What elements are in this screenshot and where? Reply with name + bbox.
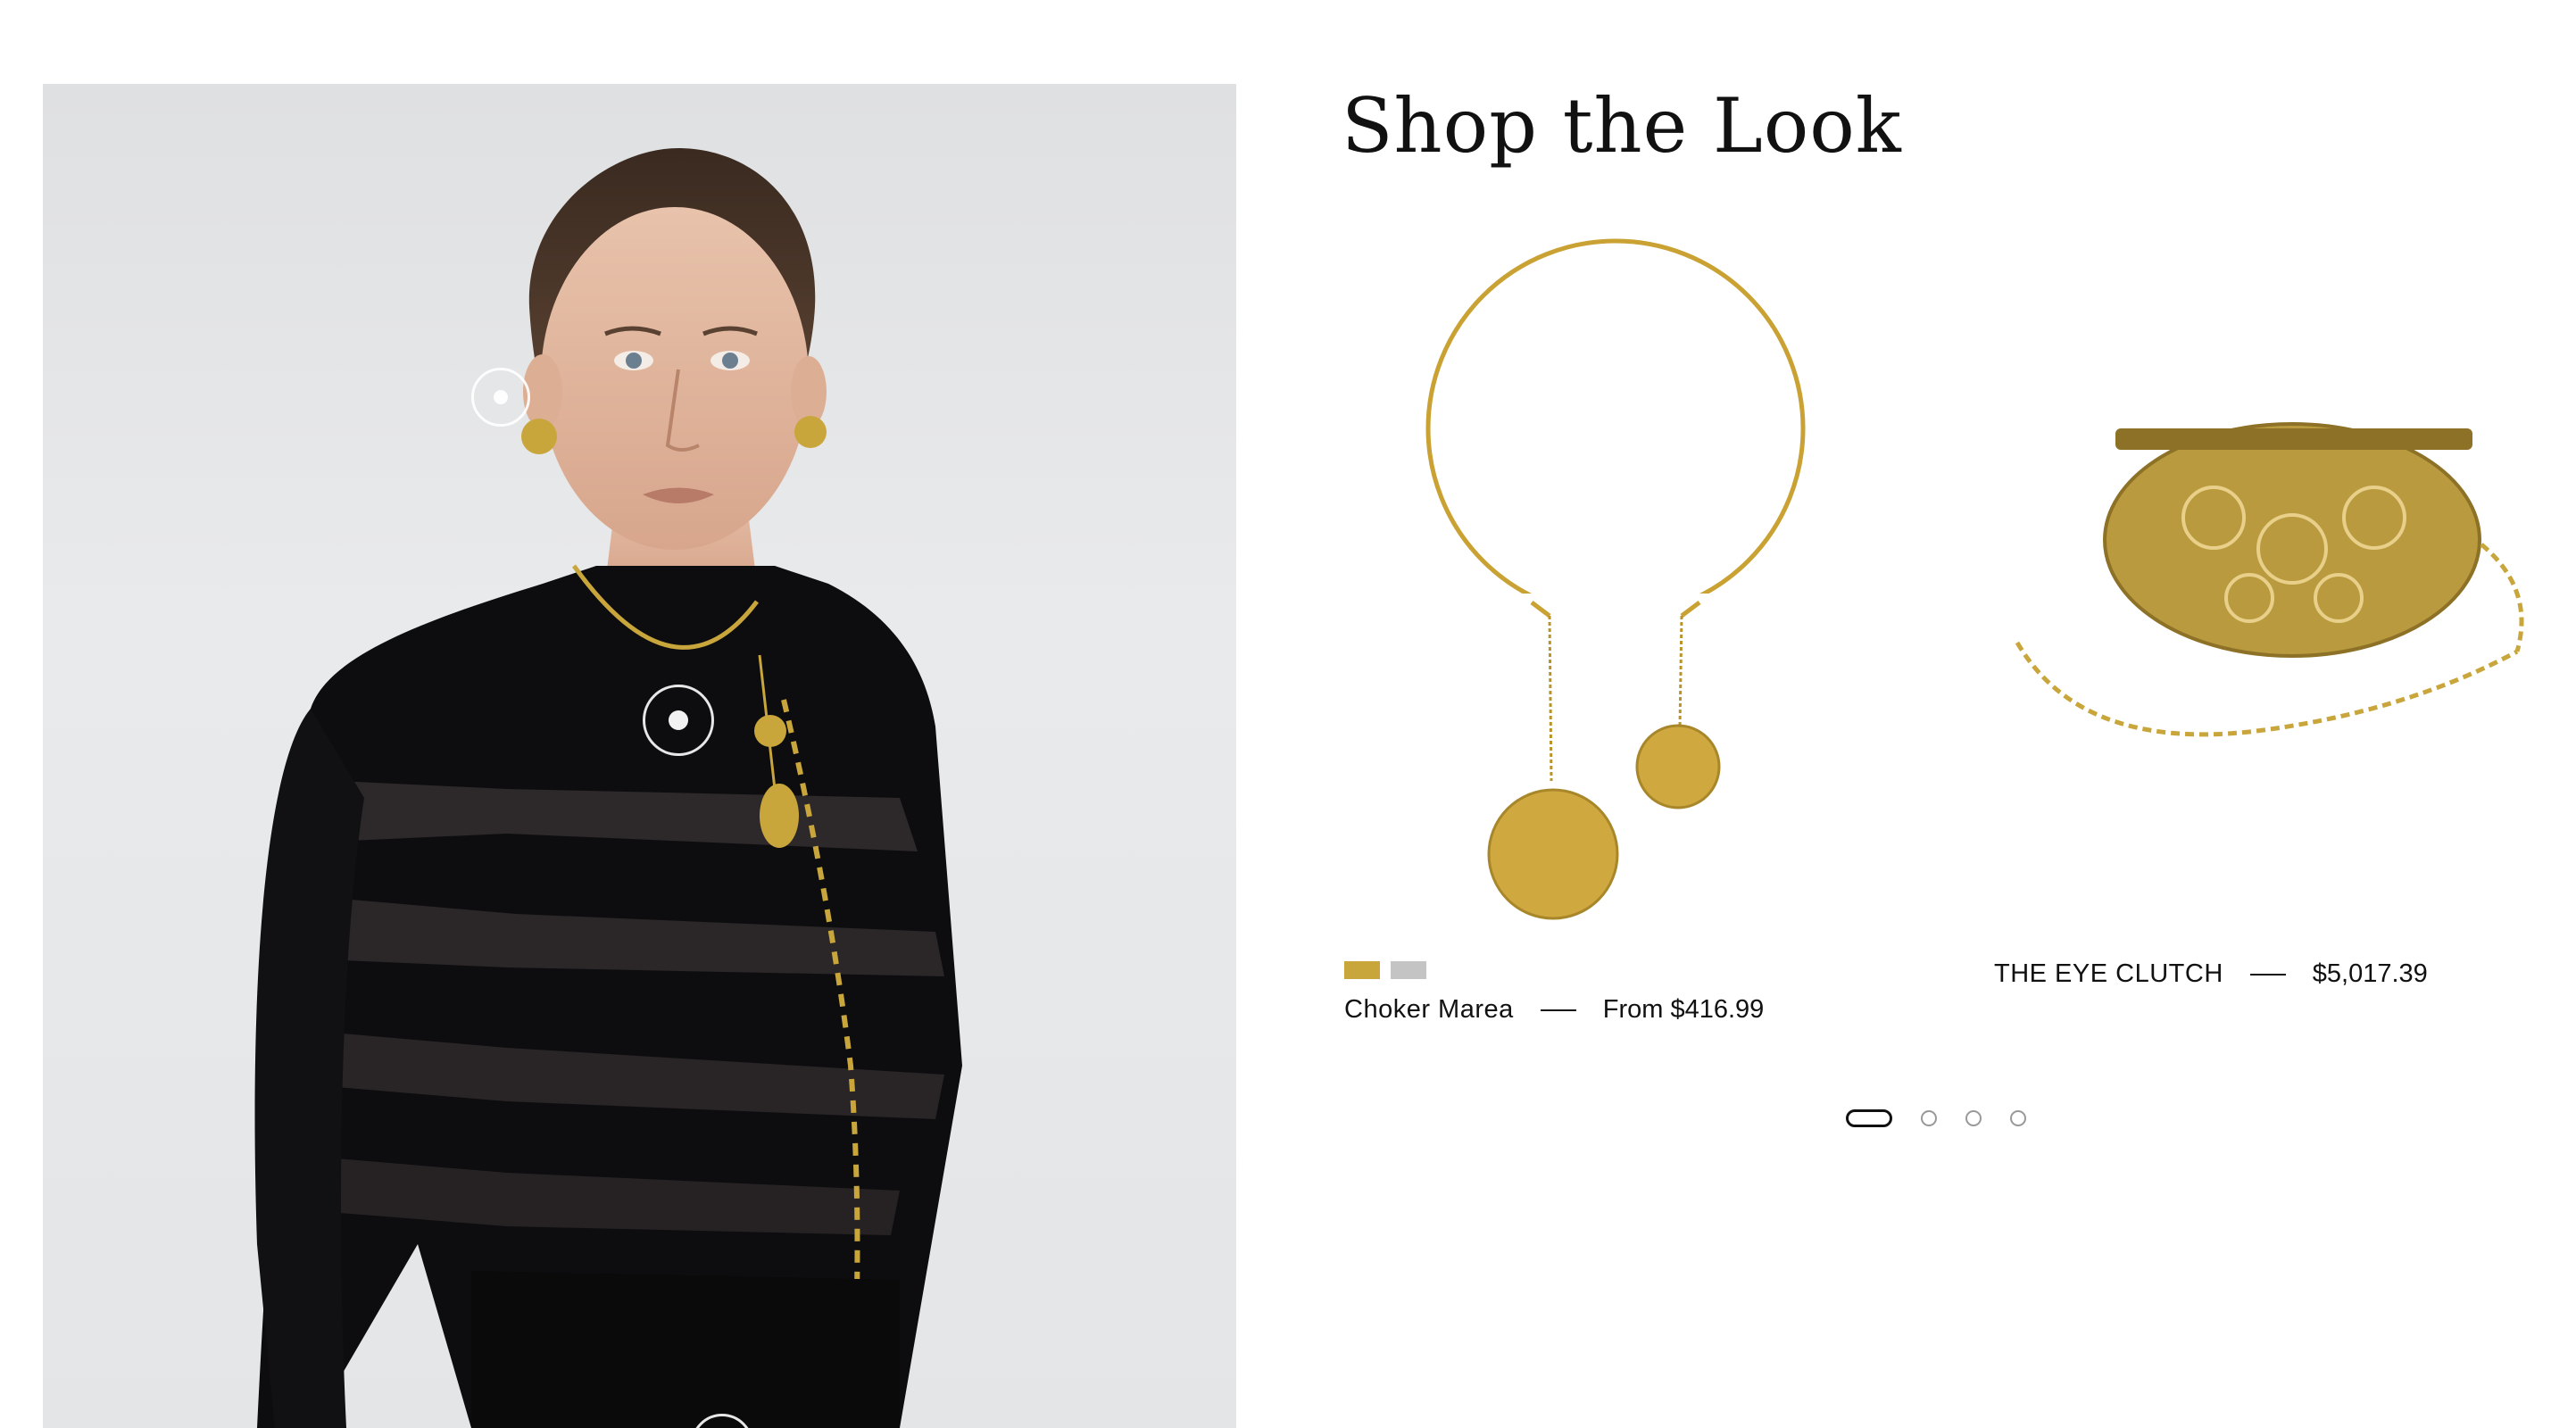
product-name: THE EYE CLUTCH (1994, 959, 2223, 988)
product-image-clutch (2015, 422, 2524, 737)
pagination-dot-4[interactable] (2010, 1110, 2026, 1126)
product-image-choker (1425, 238, 1806, 920)
lookbook-image (43, 84, 1236, 1428)
product-name: Choker Marea (1344, 995, 1514, 1024)
product-card[interactable]: Choker Marea From $416.99 (1339, 228, 1839, 1031)
pagination-dot-2[interactable] (1921, 1110, 1937, 1126)
swatch-silver[interactable] (1391, 961, 1426, 979)
product-price: From $416.99 (1602, 995, 1765, 1024)
product-info: THE EYE CLUTCH $5,017.39 (1994, 959, 2428, 989)
model-illustration (254, 147, 962, 1428)
hotspot-dot (494, 390, 508, 404)
separator-dash (1540, 1009, 1576, 1011)
pagination-dot-1[interactable] (1846, 1109, 1892, 1127)
swatch-gold[interactable] (1344, 961, 1380, 979)
hotspot-dot (669, 710, 688, 730)
color-swatches (1344, 961, 1426, 979)
section-title: Shop the Look (1342, 82, 1902, 170)
pagination-dot-3[interactable] (1965, 1110, 1982, 1126)
carousel-pagination (1846, 1109, 2026, 1127)
hotspot-choker[interactable] (643, 685, 714, 756)
product-price: $5,017.39 (2312, 959, 2428, 988)
separator-dash (2249, 973, 2286, 976)
hotspot-earring[interactable] (471, 368, 530, 427)
product-card[interactable]: THE EYE CLUTCH $5,017.39 (1982, 357, 2553, 1009)
product-info: Choker Marea From $416.99 (1344, 995, 1764, 1025)
